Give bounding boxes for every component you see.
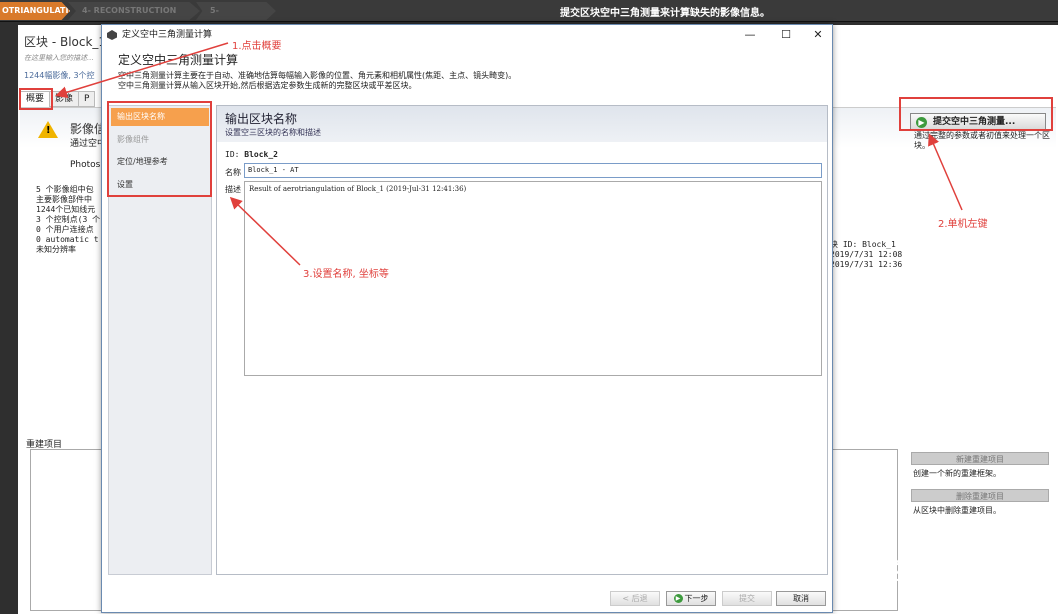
content-subtitle: 设置空三区块的名称和描述 xyxy=(225,128,321,137)
id-label: ID: xyxy=(225,150,240,159)
workflow-bar: OTRIANGULATION 4- RECONSTRUCTION SETTING… xyxy=(0,0,1058,22)
block-properties: 块 ID: Block_1 2019/7/31 12:08 2019/7/31 … xyxy=(830,240,902,270)
annotation-step3: 3.设置名称, 坐标等 xyxy=(303,269,389,280)
close-icon[interactable]: ✕ xyxy=(804,25,832,45)
wizard-content: 输出区块名称 设置空三区块的名称和描述 ID: Block_2 名称 Block… xyxy=(216,105,828,575)
description-label: 描述 xyxy=(225,185,241,194)
minimize-icon[interactable]: — xyxy=(736,25,764,45)
block-summary: 5 个影像组中包 主要影像部件中 1244个已知线元 3 个控制点(3 个 0 … xyxy=(36,185,100,255)
watermark-text: RTK之家 xyxy=(922,559,1000,583)
annotation-step2: 2.单机左键 xyxy=(938,219,988,230)
photo-count: 1244幅影像, 3个控 xyxy=(24,71,95,80)
next-arrow-icon: ▶ xyxy=(673,594,683,603)
delete-reconstruction-desc: 从区块中删除重建项目。 xyxy=(913,506,1001,515)
dialog-titlebar[interactable]: 定义空中三角测量计算 — ☐ ✕ xyxy=(102,25,832,45)
block-id: ID: Block_2 xyxy=(225,150,278,159)
dialog-heading: 定义空中三角测量计算 xyxy=(118,53,239,67)
warning-icon: ! xyxy=(38,121,58,138)
summary-line: 5 个影像组中包 xyxy=(36,185,94,194)
highlight-general-tab xyxy=(19,88,53,110)
summary-line: 未知分辨率 xyxy=(36,245,76,254)
step-production[interactable]: 5- PRODUCTION xyxy=(196,2,276,20)
name-label: 名称 xyxy=(225,168,241,177)
description-line: 空中三角测量计算从输入区块开始,然后根据选定参数生成新的完整区块或平差区块。 xyxy=(118,81,417,90)
maximize-icon[interactable]: ☐ xyxy=(772,25,800,45)
id-value: Block_2 xyxy=(244,150,278,159)
summary-line: 主要影像部件中 xyxy=(36,195,92,204)
dialog-header: 定义空中三角测量计算 空中三角测量计算主要在于自动、准确地估算每幅输入影像的位置… xyxy=(102,45,832,103)
wechat-icon xyxy=(875,557,910,581)
dialog-window-title: 定义空中三角测量计算 xyxy=(122,30,213,40)
submit-button[interactable]: 提交 xyxy=(722,591,772,606)
summary-line: 0 个用户连接点 xyxy=(36,225,94,234)
delete-reconstruction-button[interactable]: 删除重建项目 xyxy=(911,489,1049,502)
next-button[interactable]: ▶ 下一步 xyxy=(666,591,716,606)
content-header: 输出区块名称 设置空三区块的名称和描述 xyxy=(217,106,827,142)
dialog-footer: < 后退 ▶ 下一步 提交 取消 xyxy=(102,585,832,613)
back-button[interactable]: < 后退 xyxy=(610,591,660,606)
description-hint[interactable]: 在这里输入您的描述... xyxy=(24,53,94,63)
name-field[interactable]: Block_1 - AT xyxy=(244,163,822,178)
photos-label: Photos xyxy=(70,160,101,170)
step-reconstruction-settings[interactable]: 4- RECONSTRUCTION SETTINGS xyxy=(68,2,200,20)
tab-photos[interactable]: 影像 xyxy=(49,91,80,107)
new-reconstruction-desc: 创建一个新的重建框架。 xyxy=(913,469,1001,478)
cancel-button[interactable]: 取消 xyxy=(776,591,826,606)
highlight-wizard-nav xyxy=(107,101,212,197)
summary-line: 0 automatic t xyxy=(36,235,99,244)
block-title: 区块 - Block_1 xyxy=(24,35,107,49)
annotation-step1: 1.点击概要 xyxy=(232,41,282,52)
property-line: 2019/7/31 12:36 xyxy=(830,260,903,269)
summary-line: 1244个已知线元 xyxy=(36,205,96,214)
next-label: 下一步 xyxy=(684,594,709,603)
highlight-submit-button xyxy=(899,97,1053,131)
submit-description: 通过完整的参数或者初值来处理一个区块。 xyxy=(914,131,1050,150)
summary-line: 3 个控制点(3 个 xyxy=(36,215,101,224)
tab-points[interactable]: P xyxy=(78,91,96,107)
app-icon xyxy=(107,30,117,40)
description-line: 空中三角测量计算主要在于自动、准确地估算每幅输入影像的位置、角元素和相机属性(焦… xyxy=(118,71,517,80)
property-line: 块 ID: Block_1 xyxy=(830,240,896,249)
property-line: 2019/7/31 12:08 xyxy=(830,250,903,259)
dialog-description: 空中三角测量计算主要在于自动、准确地估算每幅输入影像的位置、角元素和相机属性(焦… xyxy=(118,71,516,91)
content-title: 输出区块名称 xyxy=(225,112,298,126)
new-reconstruction-button[interactable]: 新建重建项目 xyxy=(911,452,1049,465)
workflow-warning: 提交区块空中三角测量来计算缺失的影像信息。 xyxy=(560,8,770,19)
step-aerotriangulation[interactable]: OTRIANGULATION xyxy=(0,2,70,20)
